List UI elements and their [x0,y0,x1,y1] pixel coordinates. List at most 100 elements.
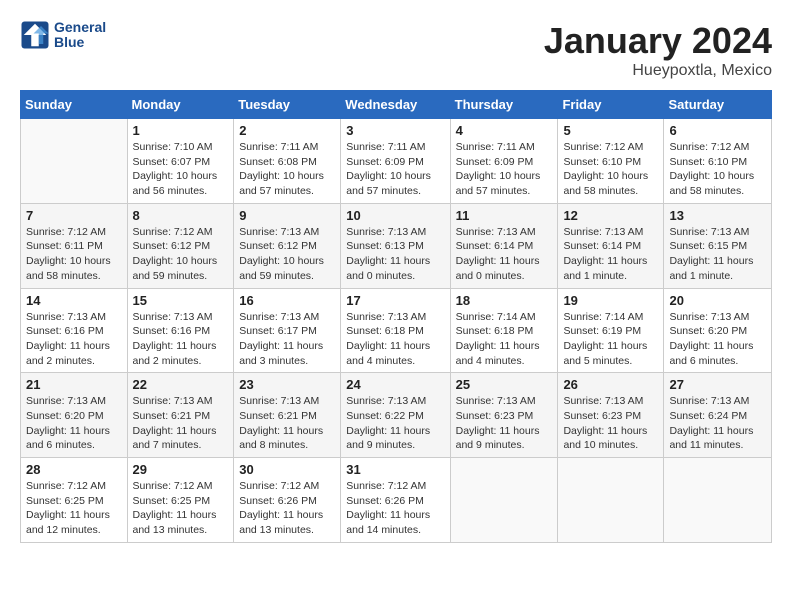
day-number: 23 [239,377,335,392]
day-number: 16 [239,293,335,308]
day-info: Sunrise: 7:13 AMSunset: 6:18 PMDaylight:… [346,310,444,369]
day-info: Sunrise: 7:13 AMSunset: 6:20 PMDaylight:… [669,310,766,369]
day-number: 14 [26,293,122,308]
day-info: Sunrise: 7:10 AMSunset: 6:07 PMDaylight:… [133,140,229,199]
calendar-week-2: 7 Sunrise: 7:12 AMSunset: 6:11 PMDaylight… [21,203,772,288]
weekday-header-monday: Monday [127,91,234,119]
calendar-cell: 18 Sunrise: 7:14 AMSunset: 6:18 PMDayligh… [450,288,558,373]
calendar-cell: 21 Sunrise: 7:13 AMSunset: 6:20 PMDayligh… [21,373,128,458]
calendar-cell: 17 Sunrise: 7:13 AMSunset: 6:18 PMDayligh… [341,288,450,373]
day-info: Sunrise: 7:12 AMSunset: 6:26 PMDaylight:… [239,479,335,538]
day-info: Sunrise: 7:13 AMSunset: 6:20 PMDaylight:… [26,394,122,453]
calendar-cell: 14 Sunrise: 7:13 AMSunset: 6:16 PMDayligh… [21,288,128,373]
day-info: Sunrise: 7:13 AMSunset: 6:22 PMDaylight:… [346,394,444,453]
weekday-header-friday: Friday [558,91,664,119]
calendar-cell: 19 Sunrise: 7:14 AMSunset: 6:19 PMDayligh… [558,288,664,373]
day-number: 22 [133,377,229,392]
calendar-cell: 4 Sunrise: 7:11 AMSunset: 6:09 PMDaylight… [450,119,558,204]
month-title: January 2024 [544,20,772,62]
calendar-cell: 31 Sunrise: 7:12 AMSunset: 6:26 PMDayligh… [341,458,450,543]
day-info: Sunrise: 7:11 AMSunset: 6:08 PMDaylight:… [239,140,335,199]
day-number: 29 [133,462,229,477]
weekday-header-sunday: Sunday [21,91,128,119]
day-info: Sunrise: 7:13 AMSunset: 6:17 PMDaylight:… [239,310,335,369]
day-info: Sunrise: 7:14 AMSunset: 6:18 PMDaylight:… [456,310,553,369]
day-number: 9 [239,208,335,223]
calendar-body: 1 Sunrise: 7:10 AMSunset: 6:07 PMDaylight… [21,119,772,543]
calendar-cell [450,458,558,543]
day-number: 27 [669,377,766,392]
day-info: Sunrise: 7:13 AMSunset: 6:16 PMDaylight:… [26,310,122,369]
day-number: 31 [346,462,444,477]
calendar-cell: 13 Sunrise: 7:13 AMSunset: 6:15 PMDayligh… [664,203,772,288]
day-info: Sunrise: 7:12 AMSunset: 6:10 PMDaylight:… [563,140,658,199]
day-number: 18 [456,293,553,308]
calendar-cell: 11 Sunrise: 7:13 AMSunset: 6:14 PMDayligh… [450,203,558,288]
day-info: Sunrise: 7:11 AMSunset: 6:09 PMDaylight:… [456,140,553,199]
day-info: Sunrise: 7:13 AMSunset: 6:16 PMDaylight:… [133,310,229,369]
day-info: Sunrise: 7:13 AMSunset: 6:23 PMDaylight:… [456,394,553,453]
day-number: 6 [669,123,766,138]
calendar-cell: 2 Sunrise: 7:11 AMSunset: 6:08 PMDaylight… [234,119,341,204]
calendar-header: SundayMondayTuesdayWednesdayThursdayFrid… [21,91,772,119]
day-number: 21 [26,377,122,392]
day-info: Sunrise: 7:13 AMSunset: 6:23 PMDaylight:… [563,394,658,453]
day-number: 19 [563,293,658,308]
weekday-header-wednesday: Wednesday [341,91,450,119]
day-number: 15 [133,293,229,308]
day-number: 28 [26,462,122,477]
day-info: Sunrise: 7:12 AMSunset: 6:25 PMDaylight:… [133,479,229,538]
weekday-header-tuesday: Tuesday [234,91,341,119]
calendar-cell: 27 Sunrise: 7:13 AMSunset: 6:24 PMDayligh… [664,373,772,458]
calendar-cell: 1 Sunrise: 7:10 AMSunset: 6:07 PMDaylight… [127,119,234,204]
calendar-week-3: 14 Sunrise: 7:13 AMSunset: 6:16 PMDayligh… [21,288,772,373]
calendar-cell: 5 Sunrise: 7:12 AMSunset: 6:10 PMDaylight… [558,119,664,204]
calendar-cell: 25Sunrise: 7:13 AMSunset: 6:23 PMDayligh… [450,373,558,458]
page-header: General Blue January 2024 Hueypoxtla, Me… [20,20,772,80]
day-info: Sunrise: 7:12 AMSunset: 6:26 PMDaylight:… [346,479,444,538]
day-number: 24 [346,377,444,392]
calendar-cell: 22 Sunrise: 7:13 AMSunset: 6:21 PMDayligh… [127,373,234,458]
day-number: 13 [669,208,766,223]
calendar-cell: 24 Sunrise: 7:13 AMSunset: 6:22 PMDayligh… [341,373,450,458]
title-section: January 2024 Hueypoxtla, Mexico [544,20,772,80]
day-info: Sunrise: 7:12 AMSunset: 6:10 PMDaylight:… [669,140,766,199]
calendar-table: SundayMondayTuesdayWednesdayThursdayFrid… [20,90,772,543]
day-info: Sunrise: 7:13 AMSunset: 6:13 PMDaylight:… [346,225,444,284]
location-title: Hueypoxtla, Mexico [544,62,772,80]
day-number: 17 [346,293,444,308]
day-number: 3 [346,123,444,138]
day-info: Sunrise: 7:14 AMSunset: 6:19 PMDaylight:… [563,310,658,369]
day-info: Sunrise: 7:13 AMSunset: 6:14 PMDaylight:… [456,225,553,284]
day-info: Sunrise: 7:13 AMSunset: 6:15 PMDaylight:… [669,225,766,284]
calendar-cell: 20Sunrise: 7:13 AMSunset: 6:20 PMDayligh… [664,288,772,373]
day-number: 26 [563,377,658,392]
calendar-cell: 28 Sunrise: 7:12 AMSunset: 6:25 PMDayligh… [21,458,128,543]
day-info: Sunrise: 7:12 AMSunset: 6:12 PMDaylight:… [133,225,229,284]
day-number: 4 [456,123,553,138]
header-row: SundayMondayTuesdayWednesdayThursdayFrid… [21,91,772,119]
day-info: Sunrise: 7:13 AMSunset: 6:21 PMDaylight:… [133,394,229,453]
day-info: Sunrise: 7:13 AMSunset: 6:24 PMDaylight:… [669,394,766,453]
day-number: 1 [133,123,229,138]
logo-icon [20,20,50,50]
day-number: 2 [239,123,335,138]
day-number: 12 [563,208,658,223]
calendar-week-1: 1 Sunrise: 7:10 AMSunset: 6:07 PMDaylight… [21,119,772,204]
calendar-cell: 10 Sunrise: 7:13 AMSunset: 6:13 PMDayligh… [341,203,450,288]
day-number: 30 [239,462,335,477]
day-number: 10 [346,208,444,223]
calendar-cell: 15 Sunrise: 7:13 AMSunset: 6:16 PMDayligh… [127,288,234,373]
day-info: Sunrise: 7:12 AMSunset: 6:25 PMDaylight:… [26,479,122,538]
logo: General Blue [20,20,106,51]
day-info: Sunrise: 7:11 AMSunset: 6:09 PMDaylight:… [346,140,444,199]
day-number: 5 [563,123,658,138]
day-info: Sunrise: 7:12 AMSunset: 6:11 PMDaylight:… [26,225,122,284]
day-info: Sunrise: 7:13 AMSunset: 6:12 PMDaylight:… [239,225,335,284]
day-number: 11 [456,208,553,223]
calendar-week-4: 21 Sunrise: 7:13 AMSunset: 6:20 PMDayligh… [21,373,772,458]
calendar-cell: 30 Sunrise: 7:12 AMSunset: 6:26 PMDayligh… [234,458,341,543]
day-number: 7 [26,208,122,223]
calendar-cell: 8Sunrise: 7:12 AMSunset: 6:12 PMDaylight… [127,203,234,288]
calendar-cell: 7 Sunrise: 7:12 AMSunset: 6:11 PMDaylight… [21,203,128,288]
